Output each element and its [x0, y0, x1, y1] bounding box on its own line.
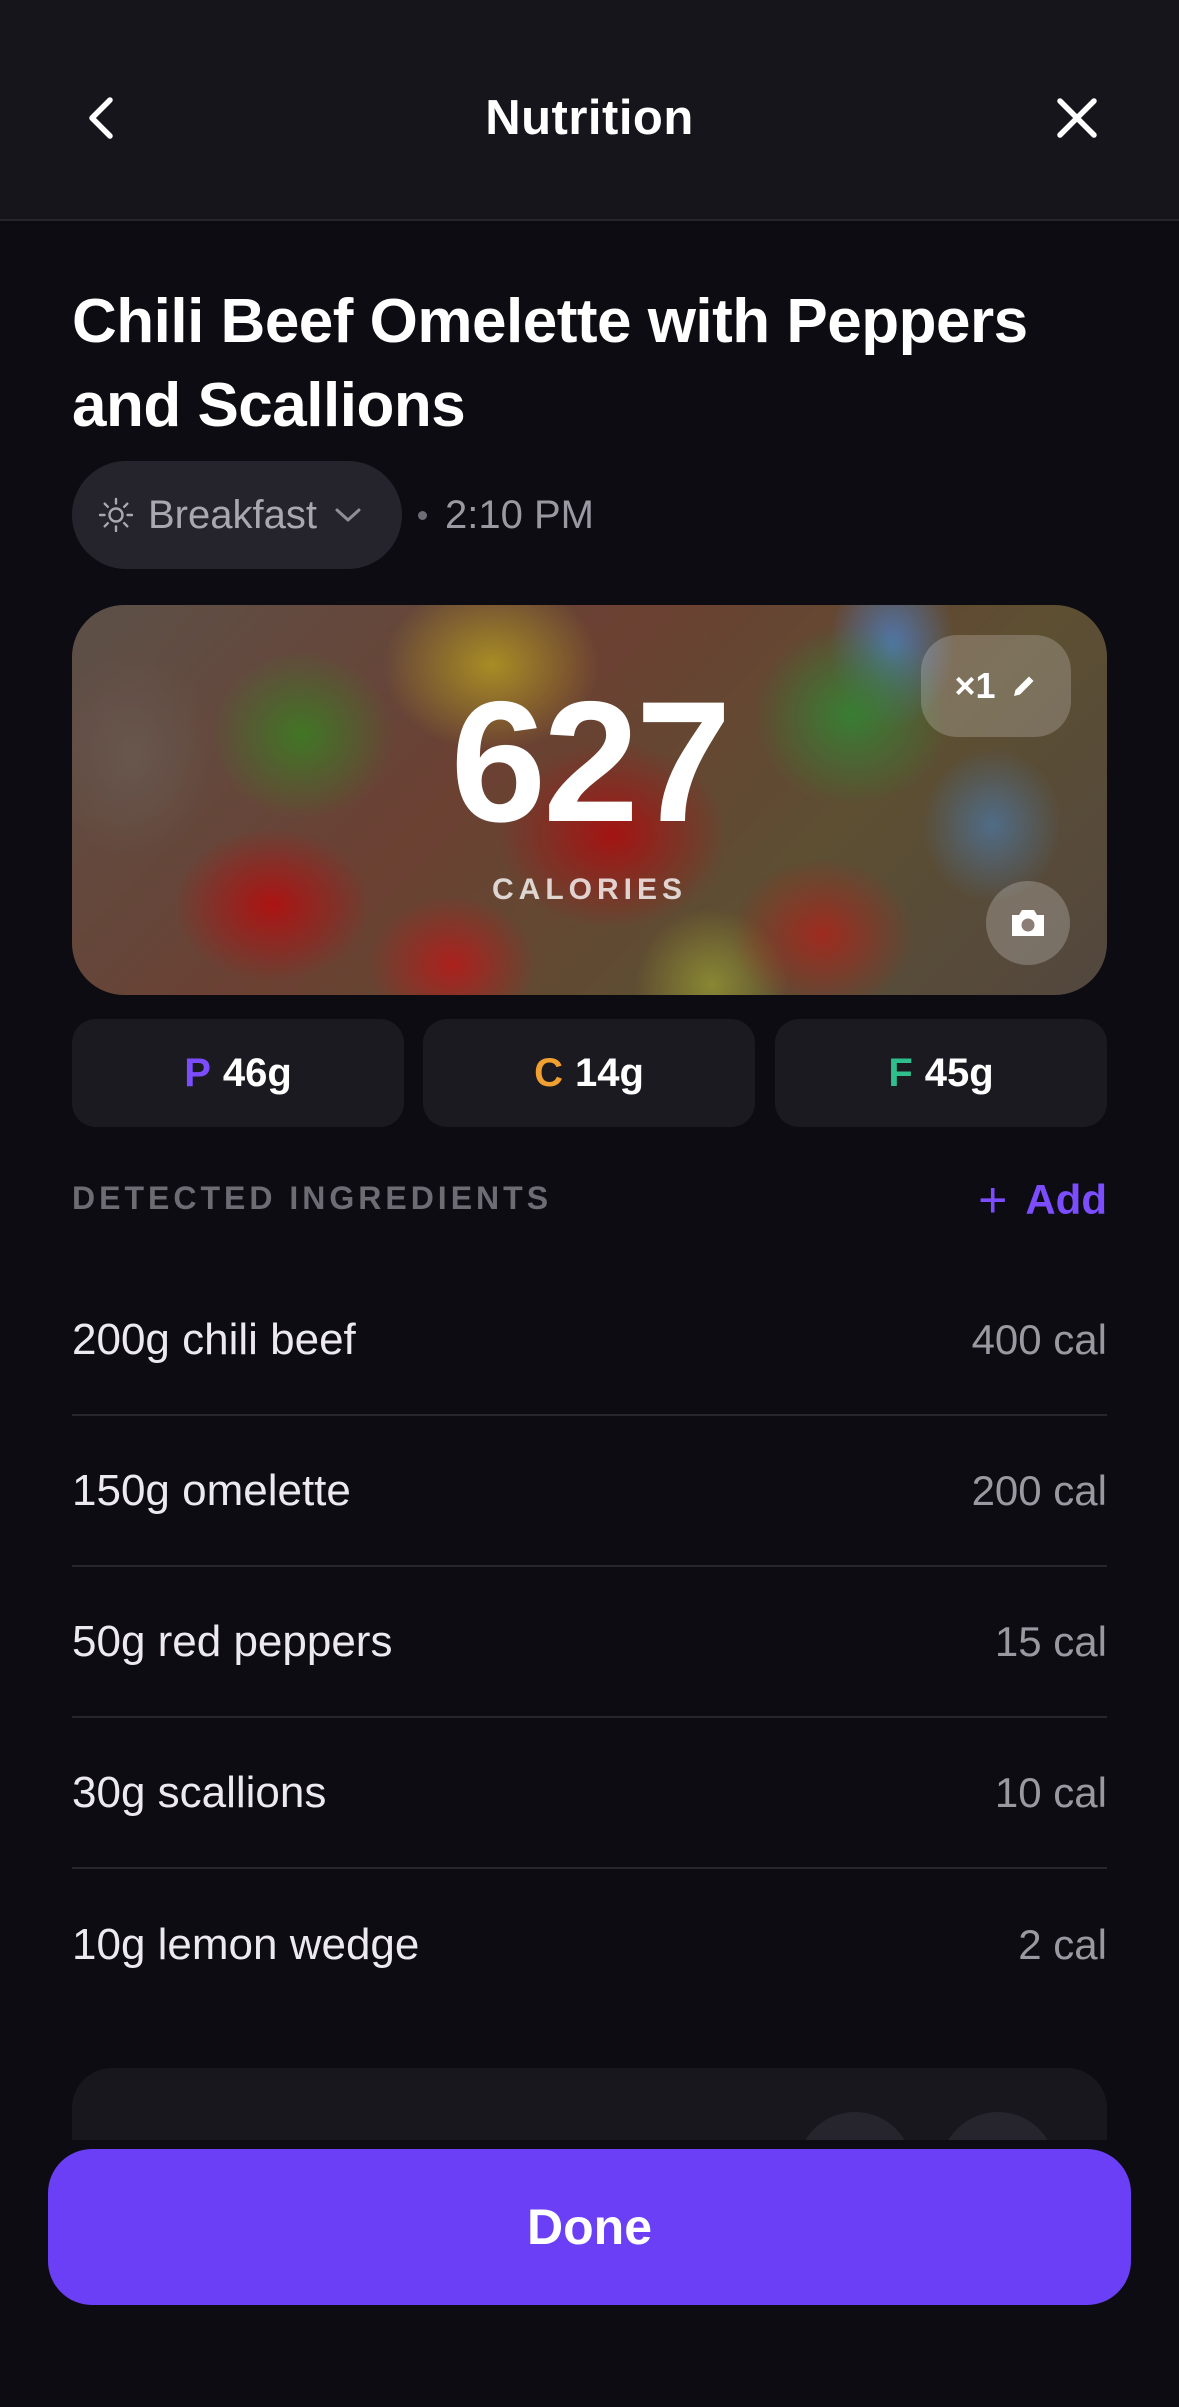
fat-value: 45g — [924, 1050, 994, 1095]
camera-icon — [1012, 910, 1044, 936]
pencil-icon — [1013, 676, 1034, 696]
protein-chip: P 46g — [72, 1019, 404, 1127]
sun-icon — [98, 497, 134, 533]
list-item[interactable]: 200g chili beef 400 cal — [72, 1265, 1107, 1416]
page-title: Nutrition — [485, 91, 694, 145]
ingredient-name: 10g lemon wedge — [72, 1919, 420, 1969]
done-button[interactable]: Done — [48, 2149, 1131, 2305]
ingredient-list: 200g chili beef 400 cal 150g omelette 20… — [72, 1265, 1107, 2020]
servings-value: ×1 — [954, 665, 996, 706]
ingredient-calories: 10 cal — [994, 1768, 1107, 1816]
meal-time: 2:10 PM — [418, 461, 594, 569]
servings-button[interactable]: ×1 — [921, 635, 1071, 737]
macros-row: P 46g C 14g F 45g — [72, 1019, 1107, 1127]
meal-title: Chili Beef Omelette with Peppers and Sca… — [72, 287, 1028, 440]
camera-button[interactable] — [986, 881, 1070, 965]
chevron-down-icon — [335, 508, 361, 522]
fat-letter: F — [888, 1050, 913, 1095]
calorie-label: CALORIES — [491, 873, 687, 906]
list-item[interactable]: 50g red peppers 15 cal — [72, 1567, 1107, 1718]
close-button[interactable] — [1047, 88, 1107, 148]
meal-type-dropdown[interactable]: Breakfast — [72, 461, 402, 569]
plus-icon: + — [978, 1172, 1008, 1228]
meal-type-label: Breakfast — [148, 492, 317, 537]
ingredient-calories: 2 cal — [1018, 1920, 1107, 1968]
list-item[interactable]: 30g scallions 10 cal — [72, 1718, 1107, 1869]
meal-time-label: 2:10 PM — [445, 492, 594, 537]
list-item[interactable]: 10g lemon wedge 2 cal — [72, 1869, 1107, 2020]
ingredient-calories: 15 cal — [994, 1617, 1107, 1665]
calorie-hero-card: 627 CALORIES ×1 — [72, 605, 1107, 995]
carbs-letter: C — [534, 1050, 563, 1095]
fat-chip: F 45g — [775, 1019, 1107, 1127]
ingredient-name: 200g chili beef — [72, 1314, 356, 1364]
list-item[interactable]: 150g omelette 200 cal — [72, 1416, 1107, 1567]
carbs-value: 14g — [574, 1050, 644, 1095]
add-ingredient-button[interactable]: + Add — [978, 1170, 1107, 1230]
ingredients-header: DETECTED INGREDIENTS + Add — [72, 1170, 1107, 1230]
ingredient-calories: 400 cal — [971, 1315, 1107, 1363]
ingredient-name: 150g omelette — [72, 1465, 351, 1515]
top-nav-bar: Nutrition — [0, 0, 1179, 221]
protein-letter: P — [184, 1050, 211, 1095]
separator-dot — [418, 510, 427, 520]
add-label: Add — [1025, 1176, 1107, 1223]
section-title: DETECTED INGREDIENTS — [72, 1180, 553, 1216]
ingredient-name: 50g red peppers — [72, 1616, 393, 1666]
carbs-chip: C 14g — [423, 1019, 755, 1127]
protein-value: 46g — [222, 1050, 292, 1095]
close-icon — [1057, 98, 1097, 138]
ingredient-calories: 200 cal — [971, 1466, 1107, 1514]
ingredient-name: 30g scallions — [72, 1767, 327, 1817]
